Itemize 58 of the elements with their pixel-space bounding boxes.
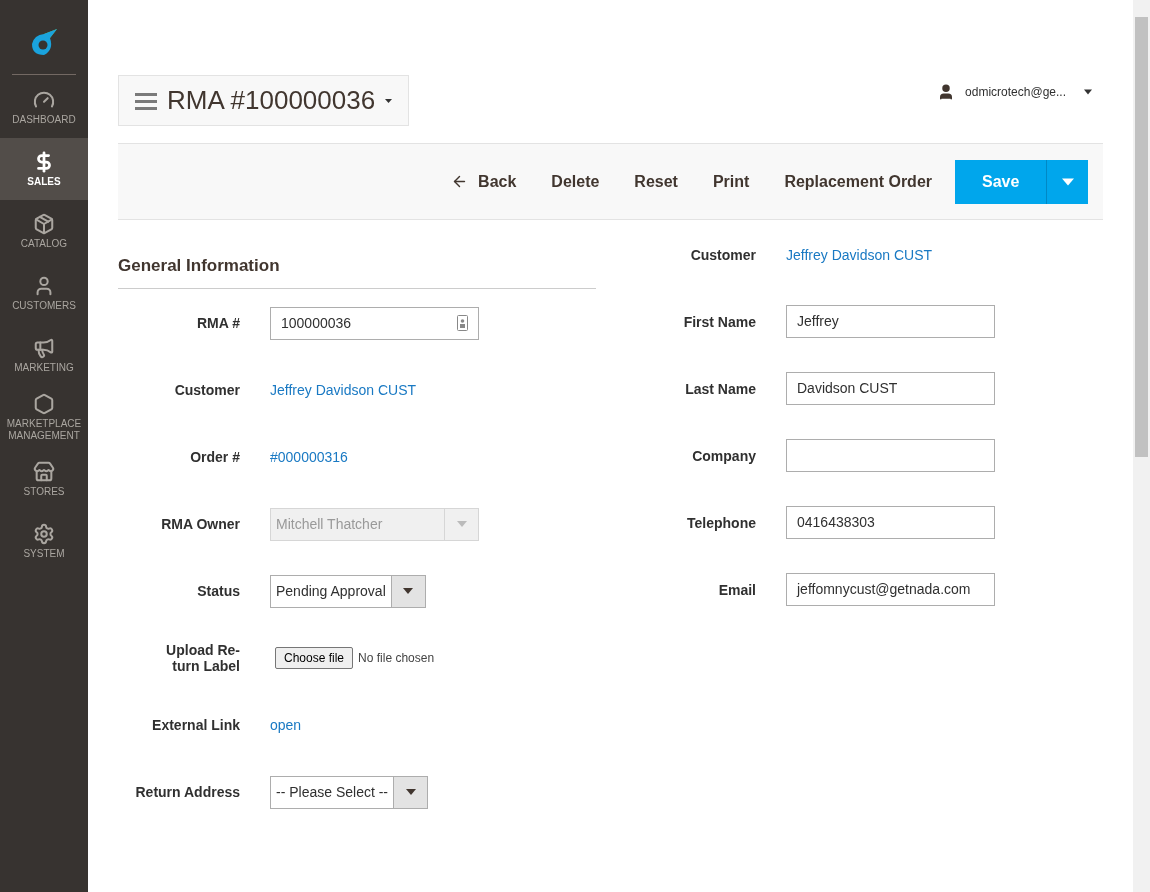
field-label: External Link — [151, 717, 240, 733]
field-label: RMA # — [195, 315, 240, 331]
link[interactable]: open — [270, 717, 302, 733]
field-label: Last Name — [684, 380, 756, 397]
caret-icon — [405, 789, 416, 795]
text-field[interactable]: 0416438303 — [786, 506, 995, 539]
hexagon-icon — [33, 392, 55, 415]
text-field[interactable]: Jeffrey — [786, 305, 995, 338]
field-label: Status — [196, 583, 240, 599]
box-icon — [33, 212, 55, 235]
field-label: Company — [691, 447, 756, 464]
field-label: Order # — [189, 449, 240, 465]
select-field[interactable]: -- Please Select -- — [270, 775, 429, 809]
link[interactable]: Jeffrey Davidson CUST — [786, 246, 932, 263]
sidebar-item[interactable]: MARKETING — [0, 324, 88, 386]
field-label: Customer — [173, 382, 240, 398]
caret-icon — [385, 97, 393, 104]
caret-icon — [1084, 89, 1092, 95]
field-label: RMA Owner — [160, 516, 240, 532]
page-title-button[interactable]: RMA #100000036 — [118, 75, 410, 126]
sidebar-item[interactable]: DASHBOARD — [0, 76, 88, 138]
sidebar-item[interactable]: CUSTOMERS — [0, 262, 88, 324]
toolbar-button[interactable]: Reset — [622, 169, 690, 194]
link[interactable]: #000000316 — [270, 449, 348, 465]
toolbar-button[interactable]: Delete — [539, 169, 612, 194]
field-label: Return Address — [134, 784, 240, 800]
caret-icon — [456, 521, 467, 527]
section-title: General Information — [118, 253, 596, 289]
toolbar-button[interactable]: Print — [700, 169, 762, 194]
sidebar-item[interactable]: MARKETPLACE MANAGEMENT — [0, 386, 88, 448]
caret-icon — [1061, 177, 1074, 186]
menu-icon — [135, 91, 157, 110]
field-label: First Name — [682, 313, 756, 330]
field-label: Customer — [689, 246, 756, 263]
link[interactable]: Jeffrey Davidson CUST — [270, 382, 416, 398]
account-menu[interactable]: odmicrotech@ge... — [937, 83, 1092, 101]
field-label: Email — [717, 581, 756, 598]
caret-icon — [403, 588, 414, 594]
megaphone-icon — [33, 336, 55, 359]
text-field[interactable]: Davidson CUST — [786, 372, 995, 405]
field-label: Upload Re-turn Label — [165, 642, 240, 674]
file-status: No file chosen — [358, 650, 435, 667]
choose-file-button[interactable]: Choose file — [275, 647, 354, 669]
contact-card-icon — [457, 315, 468, 331]
toolbar-button[interactable]: Back — [439, 169, 529, 194]
field-label: Telephone — [686, 514, 756, 531]
text-field[interactable]: jeffomnycust@getnada.com — [786, 573, 995, 606]
text-field[interactable]: 100000036 — [270, 306, 479, 340]
sidebar-item[interactable]: STORES — [0, 448, 88, 510]
sidebar-item[interactable]: CATALOG — [0, 200, 88, 262]
text-field[interactable] — [786, 439, 995, 472]
sidebar-item[interactable]: SALES — [0, 138, 88, 200]
logo-icon — [30, 28, 58, 56]
select-field[interactable]: Pending Approval — [270, 574, 426, 608]
toolbar-button[interactable]: Replacement Order — [772, 169, 944, 194]
gear-icon — [33, 522, 55, 545]
sidebar-item[interactable]: SYSTEM — [0, 510, 88, 572]
store-icon — [33, 460, 55, 483]
